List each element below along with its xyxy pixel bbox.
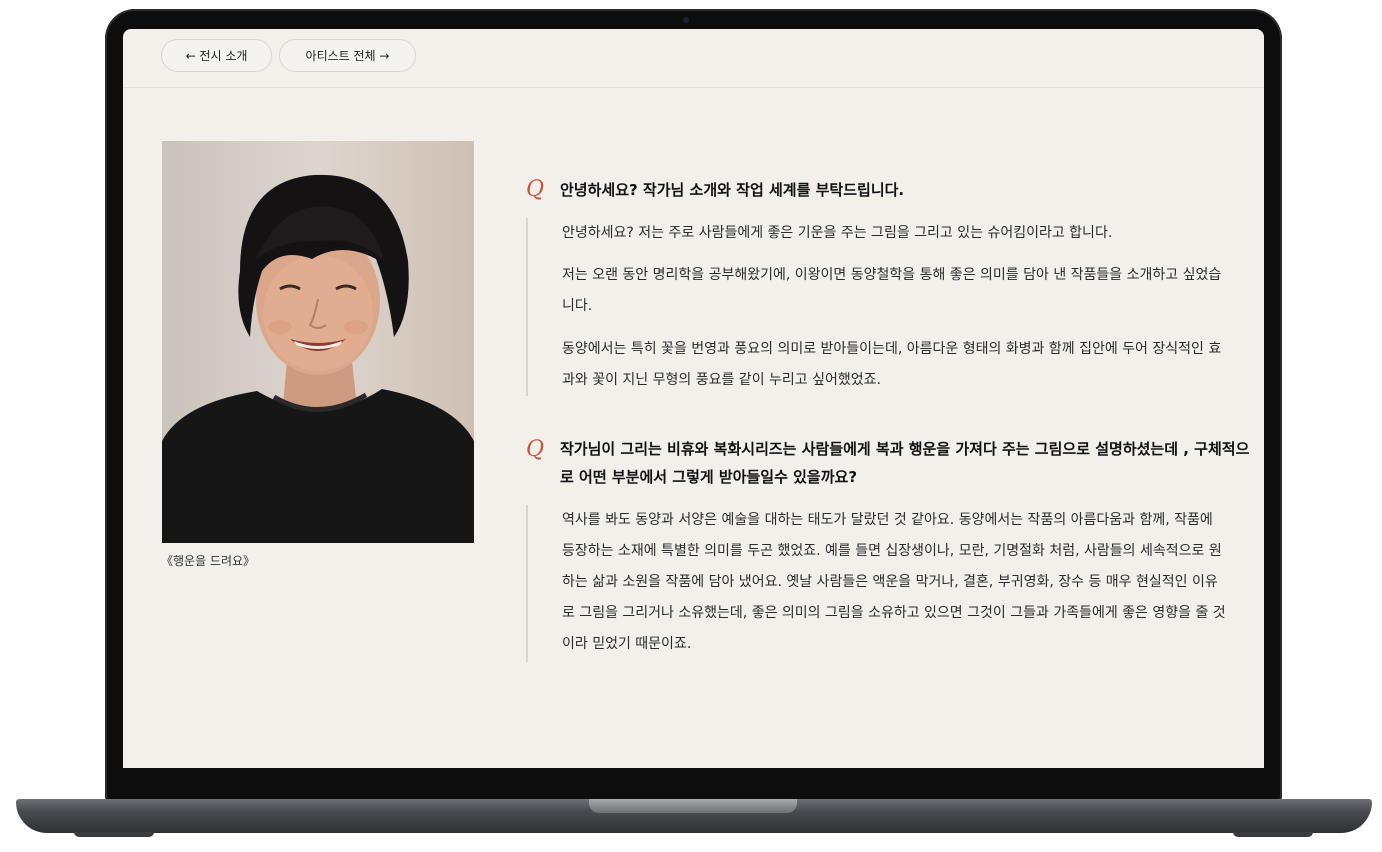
artist-portrait-image bbox=[162, 141, 474, 543]
browser-viewport: ← 전시 소개 아티스트 전체 → 《행운을 드려요》 Q 안녕하세요? 작가님… bbox=[123, 29, 1264, 768]
question-text: 안녕하세요? 작가님 소개와 작업 세계를 부탁드립니다. bbox=[560, 181, 905, 199]
question-text: 작가님이 그리는 비휴와 복화시리즈는 사람들에게 복과 행운을 가져다 주는 … bbox=[560, 440, 1250, 486]
answer-paragraph: 안녕하세요? 저는 주로 사람들에게 좋은 기운을 주는 그림을 그리고 있는 … bbox=[562, 225, 1113, 241]
laptop-foot bbox=[1233, 832, 1313, 837]
answer-paragraph: 저는 오랜 동안 명리학을 공부해왔기에, 이왕이면 동양철학을 통해 좋은 의… bbox=[562, 267, 1222, 314]
back-button-label: ← 전시 소개 bbox=[185, 49, 248, 63]
all-artists-button-label: 아티스트 전체 → bbox=[305, 49, 390, 63]
laptop-notch bbox=[589, 799, 797, 813]
question-mark-icon: Q bbox=[526, 437, 545, 462]
answer-block: 안녕하세요? 저는 주로 사람들에게 좋은 기운을 주는 그림을 그리고 있는 … bbox=[526, 218, 1226, 396]
artist-portrait bbox=[162, 141, 474, 543]
answer-block: 역사를 봐도 동양과 서양은 예술을 대하는 태도가 달랐던 것 같아요. 동양… bbox=[526, 505, 1226, 662]
laptop-foot bbox=[74, 832, 154, 837]
artwork-caption: 《행운을 드려요》 bbox=[161, 554, 256, 568]
top-navigation: ← 전시 소개 아티스트 전체 → bbox=[123, 29, 1264, 88]
answer-paragraph: 역사를 봐도 동양과 서양은 예술을 대하는 태도가 달랐던 것 같아요. 동양… bbox=[562, 512, 1226, 652]
all-artists-button[interactable]: 아티스트 전체 → bbox=[279, 39, 416, 72]
question-mark-icon: Q bbox=[526, 177, 545, 202]
camera-icon bbox=[683, 17, 689, 23]
answer-paragraph: 동양에서는 특히 꽃을 번영과 풍요의 의미로 받아들이는데, 아름다운 형태의… bbox=[562, 341, 1222, 388]
back-to-exhibition-button[interactable]: ← 전시 소개 bbox=[161, 39, 272, 72]
